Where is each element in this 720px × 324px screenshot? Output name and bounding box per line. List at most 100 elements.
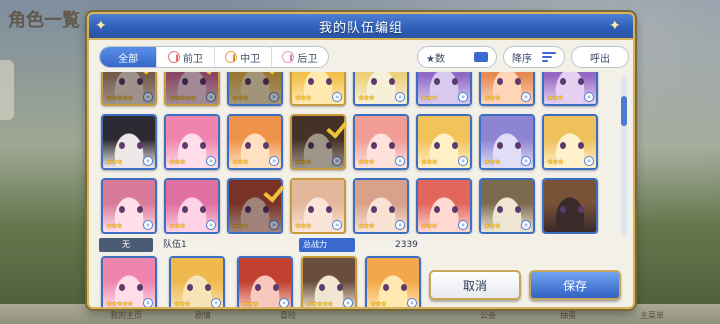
sort-key-button[interactable]: ★数	[417, 46, 497, 68]
character-card[interactable]: ★★★ »	[290, 72, 346, 106]
tab-all[interactable]: 全部	[100, 47, 158, 67]
sort-order-label: 降序	[512, 53, 532, 65]
portrait-eyes	[497, 142, 521, 149]
star-rating: ★★★	[484, 222, 501, 230]
rank-badge-icon: »	[269, 220, 279, 230]
rank-badge-icon: »	[143, 156, 153, 166]
team-member-card[interactable]: ★★★ »	[365, 256, 421, 307]
character-card[interactable]: ★★★ »	[227, 72, 283, 106]
star-rating: ★★★	[421, 94, 438, 102]
roster-scrollbar[interactable]	[621, 76, 627, 236]
portrait-eyes	[119, 142, 143, 149]
portrait-eyes	[434, 142, 458, 149]
star-rating: ★★★	[547, 94, 564, 102]
character-card[interactable]: ★★★ »	[164, 114, 220, 170]
star-rating: ★★★	[358, 222, 375, 230]
character-card[interactable]: ★★★ »	[479, 114, 535, 170]
character-card[interactable]: ★★★ »	[353, 114, 409, 170]
character-card[interactable]: ★★★ »	[542, 114, 598, 170]
rank-badge-icon: »	[521, 92, 531, 102]
tab-label: 中卫	[240, 53, 261, 65]
rank-badge-icon: »	[458, 220, 468, 230]
team-edit-dialog: ✦ 我的队伍编组 ✦ 全部 前卫 中卫 后卫 ★数 降序 呼出 ★★★★★ » …	[87, 12, 635, 309]
team-member-card[interactable]: ★★★★★ »	[101, 256, 157, 308]
tab-middle[interactable]: 中卫	[215, 47, 272, 67]
rank-badge-icon: »	[332, 220, 342, 230]
character-card[interactable]: ★★★★★ »	[101, 72, 157, 106]
portrait-eyes	[308, 142, 332, 149]
team-member-card[interactable]: ★★★ »	[237, 256, 293, 307]
tab-front[interactable]: 前卫	[157, 47, 215, 67]
sort-descending-icon	[542, 52, 556, 62]
team-tag: 无	[99, 238, 153, 252]
character-card[interactable]: ★★★ »	[416, 114, 472, 170]
cancel-label: 取消	[462, 278, 487, 293]
selected-check-icon	[328, 120, 350, 136]
character-card[interactable]: ★★★★★ »	[164, 72, 220, 106]
back-position-icon	[282, 51, 295, 63]
portrait-eyes	[182, 206, 206, 213]
team-info-bar: 无 队伍1 总战力 2339	[99, 238, 629, 252]
tab-back[interactable]: 后卫	[272, 47, 328, 67]
star-rating: ★★★	[358, 94, 375, 102]
character-card[interactable]: ★★★ »	[101, 178, 157, 234]
rank-badge-icon: »	[332, 156, 342, 166]
total-power-value: 2339	[395, 240, 418, 250]
star-rating: ★★★	[295, 158, 312, 166]
character-card[interactable]: ★★★ »	[416, 178, 472, 234]
character-card[interactable]: ★★★ »	[227, 114, 283, 170]
portrait-eyes	[308, 78, 332, 85]
tab-label: 前卫	[182, 53, 203, 65]
bottom-nav-label: 主菜单	[640, 311, 664, 320]
portrait-eyes	[187, 284, 211, 291]
character-card[interactable]: ★★★ »	[353, 178, 409, 234]
cancel-button[interactable]: 取消	[429, 270, 521, 300]
rank-badge-icon: »	[211, 298, 221, 307]
rank-badge-icon: »	[521, 220, 531, 230]
character-card[interactable]: ★★★ »	[101, 114, 157, 170]
character-card[interactable]: ★★★ »	[479, 72, 535, 106]
portrait-eyes	[255, 284, 279, 291]
save-button[interactable]: 保存	[529, 270, 621, 300]
character-card[interactable]	[542, 178, 598, 234]
bottom-nav-label: 我的主页	[110, 311, 142, 320]
star-rating: ★★★★★	[106, 300, 133, 308]
portrait-eyes	[245, 206, 269, 213]
character-card[interactable]: ★★★ »	[164, 178, 220, 234]
star-rating: ★★★	[106, 222, 123, 230]
team-name: 队伍1	[163, 240, 187, 250]
character-card[interactable]: ★★★ »	[416, 72, 472, 106]
team-member-card[interactable]: ★★★ »	[169, 256, 225, 308]
team-member-card[interactable]: ★★★★★ »	[301, 256, 357, 308]
selected-check-icon	[265, 184, 287, 200]
rank-badge-icon: »	[458, 92, 468, 102]
tab-label: 后卫	[297, 53, 318, 65]
character-card[interactable]: ★★★ »	[353, 72, 409, 106]
team-member-slots: ★★★★★ » ★★★ » ★★★ » ★★★★★ » ★★★ »	[101, 256, 441, 308]
rank-badge-icon: »	[395, 156, 405, 166]
rank-badge-icon: »	[395, 92, 405, 102]
sort-order-button[interactable]: 降序	[503, 46, 565, 68]
portrait-eyes	[119, 78, 143, 85]
total-power-label: 总战力	[299, 238, 355, 252]
star-rating: ★★★	[295, 94, 312, 102]
character-card[interactable]: ★★★ »	[290, 178, 346, 234]
dialog-title: 我的队伍编组	[318, 20, 403, 36]
scrollbar-thumb[interactable]	[621, 96, 627, 126]
portrait-eyes	[119, 284, 143, 291]
star-rating: ★★★	[169, 158, 186, 166]
star-rating: ★★★	[484, 94, 501, 102]
portrait-eyes	[560, 206, 584, 213]
character-card[interactable]: ★★★ »	[479, 178, 535, 234]
star-rating: ★★★	[232, 222, 249, 230]
sort-key-label: ★数	[426, 53, 445, 65]
call-out-button[interactable]: 呼出	[571, 46, 629, 68]
star-rating: ★★★★★	[306, 300, 333, 308]
star-rating: ★★★	[169, 222, 186, 230]
character-card[interactable]: ★★★ »	[542, 72, 598, 106]
star-rating: ★★★	[484, 158, 501, 166]
star-rating: ★★★	[174, 300, 191, 308]
star-rating: ★★★★★	[106, 94, 133, 102]
middle-position-icon	[225, 51, 238, 63]
background-side-tab	[0, 60, 14, 120]
